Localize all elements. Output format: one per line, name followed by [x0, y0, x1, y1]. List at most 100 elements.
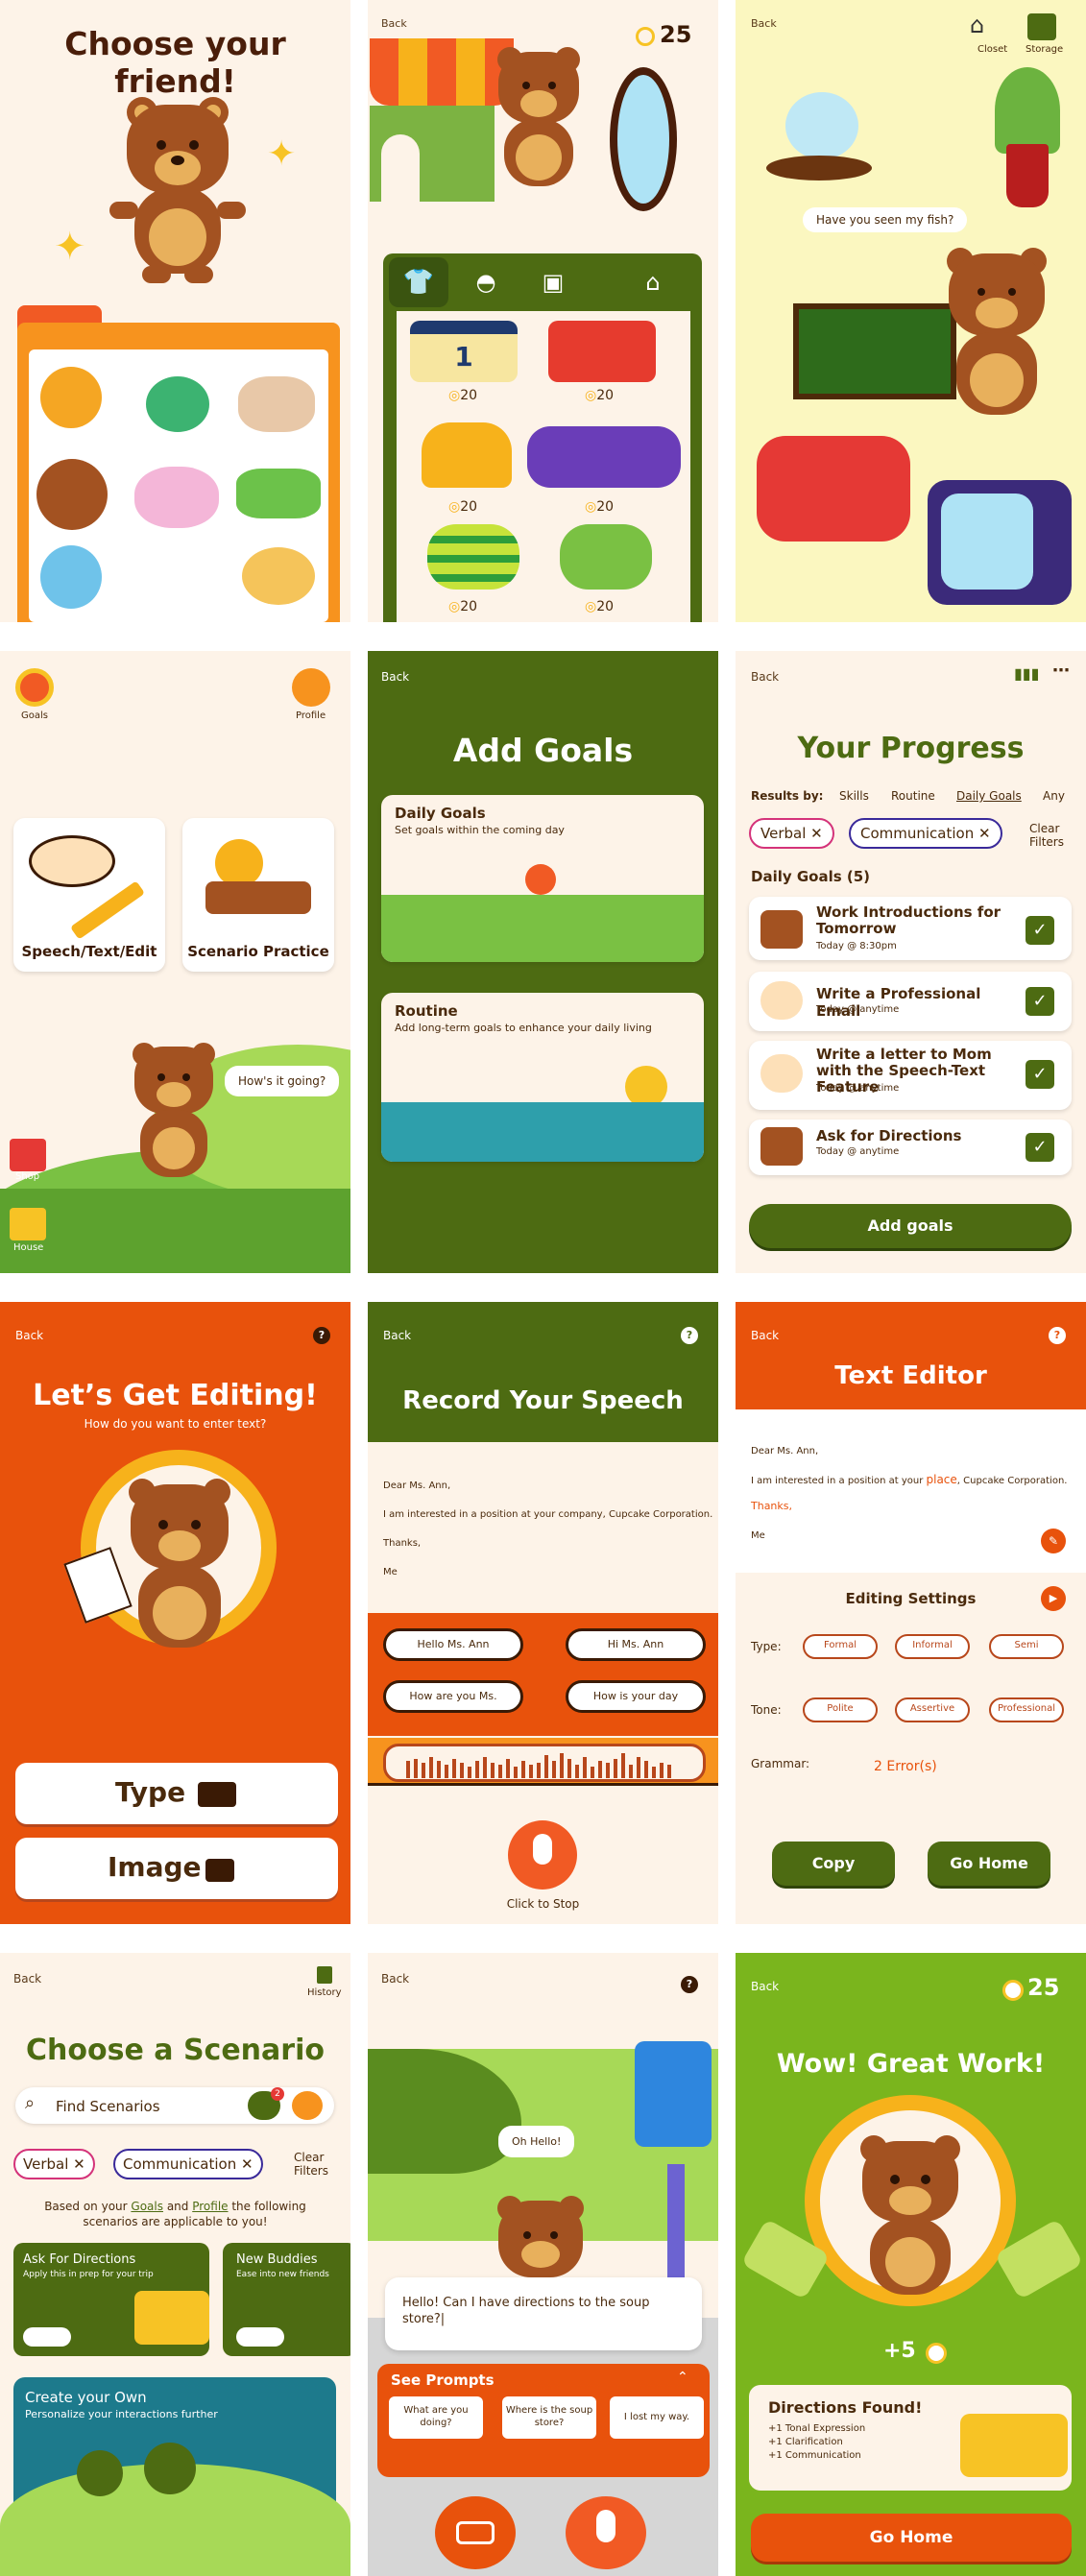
prompt-button[interactable]: What are you doing? — [389, 2396, 483, 2439]
close-icon[interactable]: ✕ — [978, 825, 991, 842]
go-home-button[interactable]: Go Home — [928, 1842, 1050, 1886]
help-icon[interactable]: ? — [681, 1976, 698, 1993]
back-button[interactable]: Back — [751, 1329, 779, 1342]
tone-option-assertive[interactable]: Assertive — [895, 1697, 970, 1722]
shirt-item[interactable] — [427, 524, 519, 590]
history-icon[interactable] — [317, 1966, 332, 1984]
hanger-icon[interactable]: ⌂ — [970, 12, 984, 38]
shirt-item[interactable] — [422, 422, 512, 488]
checkbox[interactable]: ✓ — [1026, 916, 1054, 945]
friend-penguin[interactable] — [40, 545, 102, 609]
closet-label: Closet — [977, 44, 1008, 55]
type-option-semi[interactable]: Semi — [989, 1634, 1064, 1659]
help-icon[interactable]: ? — [313, 1327, 330, 1344]
back-button[interactable]: Back — [13, 1972, 41, 1986]
prompt-button[interactable]: Where is the soup store? — [502, 2396, 596, 2439]
close-icon[interactable]: ✕ — [73, 2155, 85, 2173]
shirt-item[interactable] — [560, 524, 652, 590]
tab-house[interactable]: ⌂ — [627, 261, 679, 303]
back-button[interactable]: Back — [381, 17, 407, 30]
filter-chip-verbal[interactable]: Verbal ✕ — [13, 2149, 95, 2179]
friend-bear[interactable] — [36, 459, 108, 530]
prompt-button[interactable]: I lost my way. — [610, 2396, 704, 2439]
tone-option-polite[interactable]: Polite — [803, 1697, 878, 1722]
house-icon[interactable] — [10, 1208, 46, 1240]
sparkle-icon: ✦ — [267, 134, 297, 174]
avatar[interactable] — [292, 668, 330, 707]
close-icon[interactable]: ✕ — [241, 2155, 253, 2173]
box-icon[interactable] — [1027, 13, 1056, 40]
search-input[interactable]: Find Scenarios — [56, 2098, 160, 2115]
clear-filters[interactable]: Clear Filters — [294, 2151, 342, 2178]
checkbox[interactable]: ✓ — [1026, 1133, 1054, 1162]
close-icon[interactable]: ✕ — [810, 825, 823, 842]
filter-chip-communication[interactable]: Communication ✕ — [113, 2149, 263, 2179]
shirt-item[interactable]: 1 — [410, 321, 518, 382]
back-button[interactable]: Back — [751, 670, 779, 684]
type-option-informal[interactable]: Informal — [895, 1634, 970, 1659]
coin-icon: ◎ — [585, 388, 597, 403]
goals-link[interactable]: Goals — [131, 2200, 163, 2213]
option-button[interactable]: Hi Ms. Ann — [566, 1628, 706, 1661]
edit-icon[interactable]: ✎ — [1041, 1529, 1066, 1553]
filter-chip-communication[interactable]: Communication ✕ — [849, 818, 1002, 849]
shop-icon[interactable] — [10, 1139, 46, 1171]
chevron-up-icon[interactable]: ⌃ — [677, 2370, 688, 2385]
target-icon[interactable] — [15, 668, 54, 707]
storage-label: Storage — [1026, 44, 1064, 55]
tab-any[interactable]: Any — [1043, 789, 1065, 803]
goal-icon — [760, 1054, 803, 1093]
back-button[interactable]: Back — [383, 1329, 411, 1342]
tab-hats[interactable]: ◓ — [460, 261, 512, 303]
letter-line: Me — [383, 1567, 398, 1577]
friend-monkey[interactable] — [242, 547, 315, 605]
filter-chip-verbal[interactable]: Verbal ✕ — [749, 818, 834, 849]
letter-line: Dear Ms. Ann, — [383, 1481, 451, 1491]
copy-button[interactable]: Copy — [772, 1842, 895, 1886]
shirt-item[interactable] — [548, 321, 656, 382]
type-option-formal[interactable]: Formal — [803, 1634, 878, 1659]
result-bullet: +1 Communication — [768, 2450, 861, 2461]
coin-icon: ◎ — [448, 388, 461, 403]
plant-pot — [1006, 144, 1049, 207]
tone-option-professional[interactable]: Professional — [989, 1697, 1064, 1722]
letter-line[interactable]: Thanks, — [751, 1500, 792, 1512]
friend-cat[interactable] — [40, 367, 102, 428]
clear-filters[interactable]: Clear Filters — [1029, 822, 1077, 849]
tab-furniture[interactable]: ▣ — [527, 261, 579, 303]
price: ◎20 — [585, 599, 615, 614]
friend-cow[interactable] — [134, 467, 219, 528]
microphone-button[interactable] — [292, 2091, 323, 2120]
tab-routine[interactable]: Routine — [891, 789, 935, 803]
back-button[interactable]: Back — [15, 1329, 43, 1342]
shirt-item[interactable] — [527, 426, 681, 488]
friend-crocodile[interactable] — [236, 469, 321, 518]
tab-skills[interactable]: Skills — [839, 789, 869, 803]
checkbox[interactable]: ✓ — [1026, 1060, 1054, 1089]
back-button[interactable]: Back — [751, 17, 777, 30]
add-goals-button[interactable]: Add goals — [749, 1204, 1072, 1248]
grammar-errors[interactable]: 2 Error(s) — [874, 1759, 937, 1774]
tab-shirts[interactable]: 👕 — [389, 257, 448, 307]
chart-icon[interactable]: ▮▮▮ — [1014, 664, 1039, 683]
play-icon[interactable]: ▶ — [1041, 1586, 1066, 1611]
prompts-title[interactable]: See Prompts — [391, 2371, 495, 2389]
back-button[interactable]: Back — [381, 670, 409, 684]
back-button[interactable]: Back — [381, 1972, 409, 1986]
tab-daily-goals[interactable]: Daily Goals — [956, 789, 1022, 803]
goal-time: Today @ 8:30pm — [816, 941, 897, 951]
profile-link[interactable]: Profile — [192, 2200, 228, 2213]
friend-pug[interactable] — [238, 376, 315, 432]
checkbox[interactable]: ✓ — [1026, 987, 1054, 1016]
option-button[interactable]: How are you Ms. — [383, 1680, 523, 1713]
highlight-word[interactable]: place — [927, 1473, 957, 1486]
help-icon[interactable]: ? — [1049, 1327, 1066, 1344]
more-icon[interactable]: ⋯ — [1052, 661, 1070, 681]
go-home-button[interactable]: Go Home — [751, 2514, 1072, 2562]
friend-frog[interactable] — [146, 376, 209, 432]
back-button[interactable]: Back — [751, 1980, 779, 1993]
shop-door — [381, 134, 420, 202]
option-button[interactable]: How is your day — [566, 1680, 706, 1713]
option-button[interactable]: Hello Ms. Ann — [383, 1628, 523, 1661]
help-icon[interactable]: ? — [681, 1327, 698, 1344]
